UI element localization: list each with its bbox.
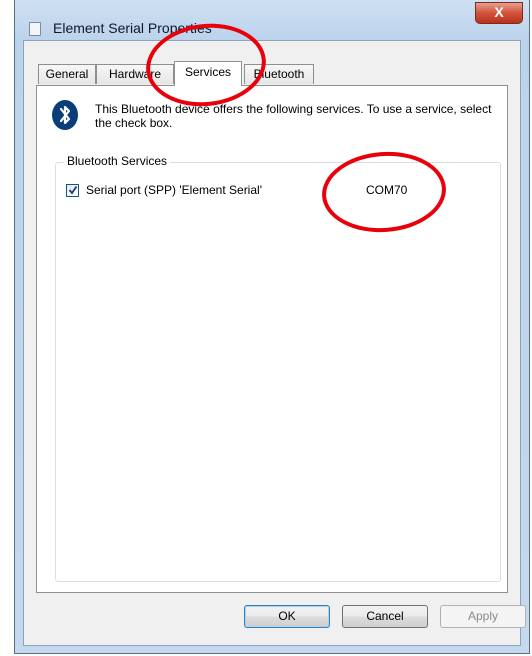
service-item-serial-port[interactable]: Serial port (SPP) 'Element Serial' COM70 xyxy=(66,183,486,201)
group-label: Bluetooth Services xyxy=(64,154,171,168)
apply-button[interactable]: Apply xyxy=(440,605,526,628)
properties-dialog: Element Serial Properties X General Hard… xyxy=(14,0,530,654)
window-title: Element Serial Properties xyxy=(53,20,212,36)
checkmark-icon xyxy=(68,185,78,195)
services-panel: This Bluetooth device offers the followi… xyxy=(36,85,508,593)
window-icon xyxy=(29,22,41,36)
dialog-client-area: General Hardware Services Bluetooth This… xyxy=(23,40,526,646)
bluetooth-icon xyxy=(52,100,78,130)
service-port: COM70 xyxy=(366,183,408,197)
close-icon: X xyxy=(494,4,504,20)
bluetooth-services-group: Bluetooth Services Serial port (SPP) 'El… xyxy=(55,154,501,582)
close-button[interactable]: X xyxy=(475,2,523,24)
cancel-button[interactable]: Cancel xyxy=(342,605,428,628)
service-checkbox[interactable] xyxy=(66,184,79,197)
title-bar[interactable]: Element Serial Properties X xyxy=(15,0,529,40)
tab-services[interactable]: Services xyxy=(174,61,242,86)
ok-button[interactable]: OK xyxy=(244,605,330,628)
tab-general[interactable]: General xyxy=(38,64,96,84)
tab-hardware[interactable]: Hardware xyxy=(96,64,174,84)
tab-bluetooth[interactable]: Bluetooth xyxy=(244,64,314,84)
services-info-text: This Bluetooth device offers the followi… xyxy=(95,102,492,130)
service-label: Serial port (SPP) 'Element Serial' xyxy=(86,183,262,197)
